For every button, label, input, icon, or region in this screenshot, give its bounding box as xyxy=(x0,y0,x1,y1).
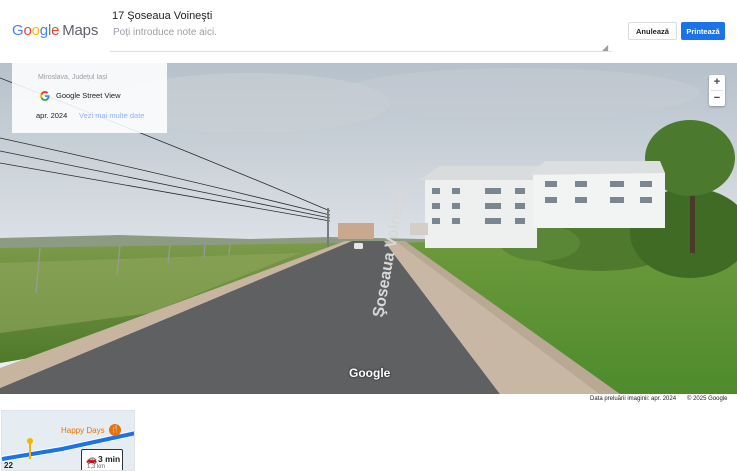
route-distance: 1,3 km xyxy=(87,464,106,470)
route-duration: 3 min xyxy=(98,454,121,464)
resize-grip-icon[interactable]: ◢ xyxy=(602,43,608,52)
footer: Data preluării imaginii: apr. 2024 © 202… xyxy=(0,394,737,406)
capture-date-label: apr. 2024 xyxy=(36,111,68,120)
location-label: Miroslava, Județul Iași xyxy=(38,74,108,81)
more-dates-link[interactable]: Vezi mai multe date xyxy=(79,111,144,120)
street-number-label: 22 xyxy=(4,461,13,470)
zoom-control: + − xyxy=(709,75,725,106)
poi-label: Happy Days xyxy=(61,426,105,435)
page-title: 17 Şoseaua Voineşti xyxy=(112,10,213,22)
google-watermark: Google xyxy=(349,366,391,380)
google-g-icon xyxy=(40,91,50,101)
copyright-text: © 2025 Google xyxy=(687,396,728,402)
logo-google-text: Google xyxy=(12,22,60,39)
street-view-source-label: Google Street View xyxy=(56,91,121,100)
zoom-out-button[interactable]: − xyxy=(709,91,725,106)
street-view-info-panel: Miroslava, Județul Iași Google Street Vi… xyxy=(12,63,167,133)
restaurant-pin-icon: 🍴 xyxy=(109,424,121,436)
notes-field[interactable] xyxy=(110,25,612,52)
route-minimap[interactable]: Happy Days 🍴 🚗 3 min 1,3 km 22 xyxy=(1,410,135,471)
google-maps-logo: Google Maps xyxy=(12,22,98,39)
header: GoogleMaps 17 Şoseaua Voineşti ◢ Anuleaz… xyxy=(0,0,737,63)
cancel-button[interactable]: Anulează xyxy=(628,22,677,40)
route-info-card: 🚗 3 min 1,3 km xyxy=(81,449,123,470)
logo-maps-text: Maps xyxy=(62,22,99,39)
imagery-capture-date: Data preluării imaginii: apr. 2024 xyxy=(590,396,677,402)
print-button[interactable]: Printează xyxy=(681,22,725,40)
zoom-in-button[interactable]: + xyxy=(709,75,725,90)
print-preview-page: GoogleMaps 17 Şoseaua Voineşti ◢ Anuleaz… xyxy=(0,0,737,471)
